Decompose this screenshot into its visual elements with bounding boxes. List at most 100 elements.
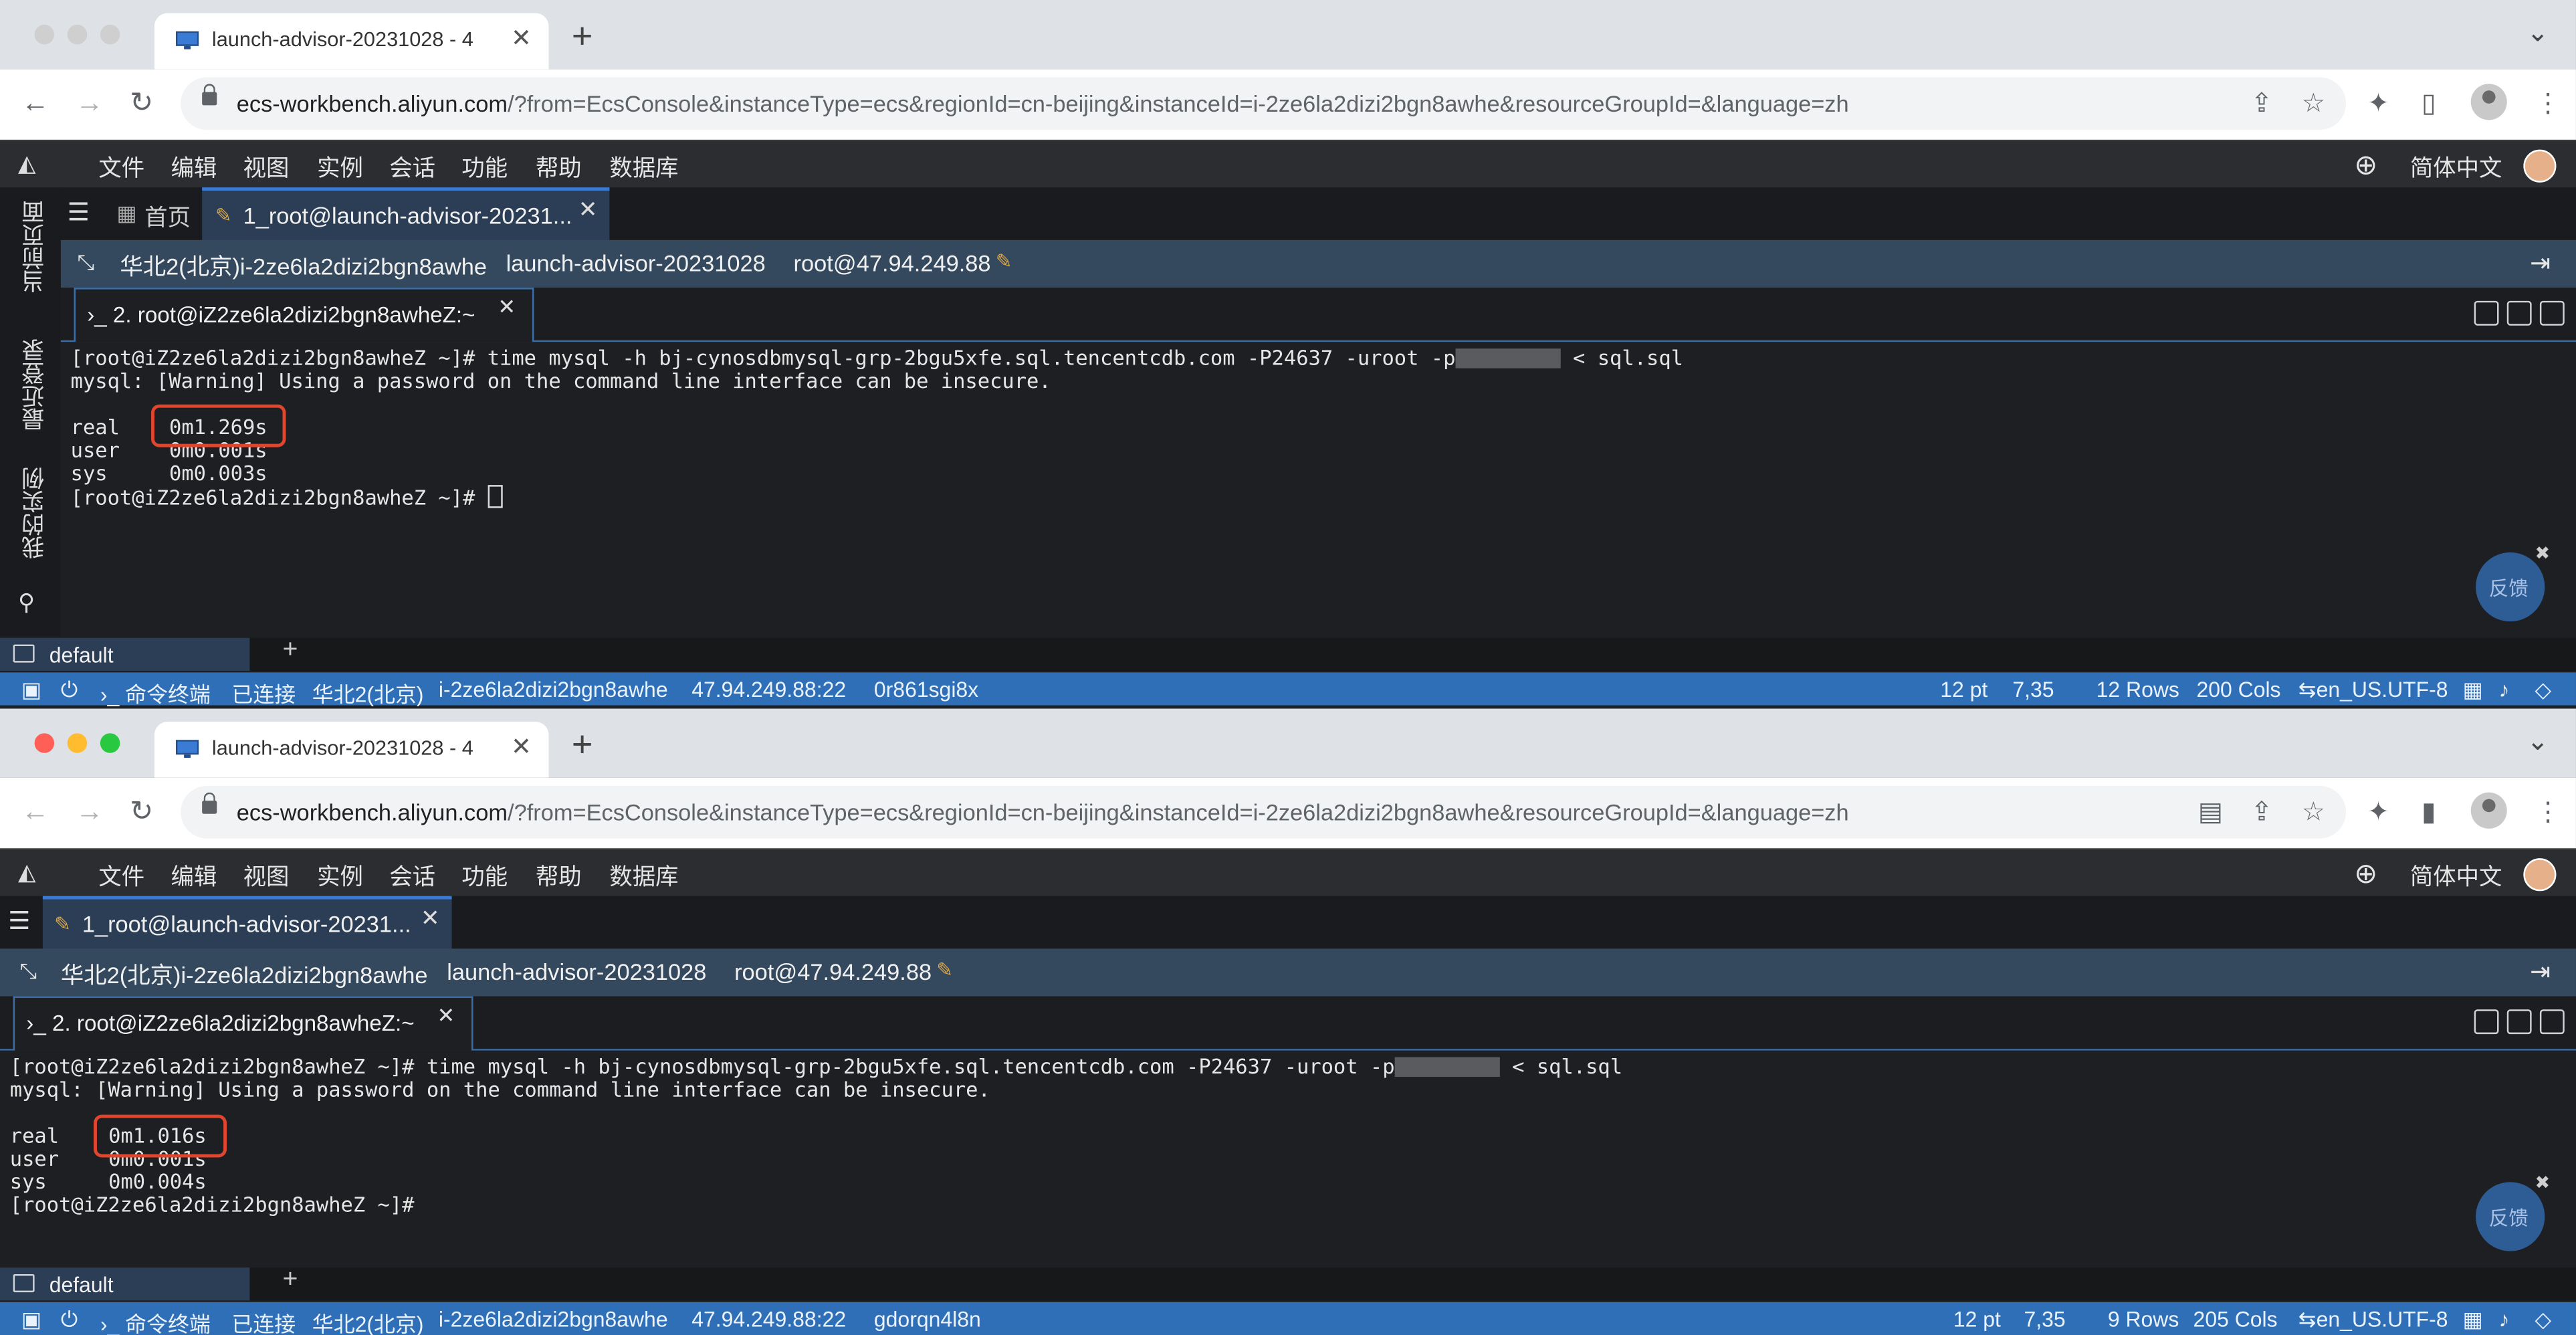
- chevron-down-icon[interactable]: ⌄: [2527, 17, 2549, 49]
- menu-file[interactable]: 文件: [98, 151, 144, 184]
- bell-icon[interactable]: ♪: [2498, 678, 2509, 702]
- status-locale[interactable]: ⇆en_US.UTF-8: [2298, 1307, 2448, 1333]
- star-icon[interactable]: ☆: [2302, 87, 2325, 120]
- close-tab-icon[interactable]: ✕: [511, 23, 532, 53]
- language-selector[interactable]: 简体中文: [2410, 860, 2502, 893]
- minimize-window-button[interactable]: [67, 733, 88, 753]
- sidebar-item-recent-login[interactable]: 最近登录: [17, 338, 49, 431]
- session-default[interactable]: default: [0, 637, 250, 671]
- sidepanel-icon[interactable]: ▮: [2422, 796, 2436, 829]
- add-session-button[interactable]: +: [283, 636, 298, 665]
- split-vertical-icon[interactable]: [2506, 1009, 2532, 1035]
- collapse-menu-icon[interactable]: ☰: [8, 906, 30, 936]
- reload-icon[interactable]: ↻: [130, 796, 153, 829]
- star-icon[interactable]: ☆: [2302, 796, 2325, 829]
- menu-instance[interactable]: 实例: [317, 860, 363, 893]
- more-menu-icon[interactable]: ⋮: [2535, 87, 2561, 120]
- address-url[interactable]: ecs-workbench.aliyun.com/?from=EcsConsol…: [237, 799, 1849, 825]
- add-pane-icon[interactable]: [2474, 1009, 2499, 1035]
- shield-icon[interactable]: ◇: [2535, 678, 2552, 704]
- shield-icon[interactable]: ◇: [2535, 1307, 2552, 1333]
- copy-icon[interactable]: ▣: [21, 1307, 41, 1333]
- exit-icon[interactable]: ⇥: [2530, 248, 2551, 278]
- menu-file[interactable]: 文件: [98, 860, 144, 893]
- bell-icon[interactable]: ♪: [2498, 1307, 2509, 1332]
- terminal-output[interactable]: [root@iZ2ze6la2dizi2bgn8awheZ ~]# time m…: [60, 342, 2576, 637]
- split-horizontal-icon[interactable]: [2539, 1009, 2565, 1035]
- fullscreen-icon[interactable]: ⤡: [77, 250, 94, 276]
- fullscreen-icon[interactable]: ⤡: [19, 958, 37, 985]
- pin-icon[interactable]: ⚲: [18, 589, 35, 617]
- close-tab-icon[interactable]: ✕: [578, 196, 598, 224]
- tab-session[interactable]: ✎ 1_root@launch-advisor-20231... ✕: [202, 187, 610, 243]
- extensions-icon[interactable]: ✦: [2367, 87, 2389, 120]
- forward-icon[interactable]: →: [76, 796, 104, 829]
- close-feedback-icon[interactable]: ✖: [2535, 1172, 2551, 1193]
- session-default[interactable]: default: [0, 1267, 250, 1301]
- menu-function[interactable]: 功能: [461, 151, 508, 184]
- menu-instance[interactable]: 实例: [317, 151, 363, 184]
- sidebar-item-current-page[interactable]: 当前页面: [17, 201, 49, 293]
- add-session-button[interactable]: +: [283, 1266, 298, 1296]
- add-circle-icon[interactable]: ⊕: [2354, 858, 2377, 891]
- close-feedback-icon[interactable]: ✖: [2535, 542, 2551, 564]
- language-selector[interactable]: 简体中文: [2410, 151, 2502, 184]
- minimize-window-button[interactable]: [67, 24, 88, 45]
- user-avatar[interactable]: [2523, 858, 2557, 892]
- status-locale[interactable]: ⇆en_US.UTF-8: [2298, 678, 2448, 704]
- collapse-menu-icon[interactable]: ☰: [68, 197, 90, 227]
- new-tab-button[interactable]: +: [572, 15, 593, 58]
- menu-session[interactable]: 会话: [389, 860, 435, 893]
- browser-tab[interactable]: launch-advisor-20231028 - 4 ✕: [154, 722, 549, 778]
- more-menu-icon[interactable]: ⋮: [2535, 796, 2561, 829]
- close-tab-icon[interactable]: ✕: [437, 1003, 455, 1029]
- sidepanel-icon[interactable]: ▯: [2422, 87, 2436, 120]
- close-tab-icon[interactable]: ✕: [421, 904, 440, 932]
- user-avatar[interactable]: [2523, 149, 2557, 183]
- menu-view[interactable]: 视图: [243, 860, 290, 893]
- close-tab-icon[interactable]: ✕: [498, 294, 516, 320]
- menu-view[interactable]: 视图: [243, 151, 290, 184]
- share-icon[interactable]: ⇪: [2251, 87, 2273, 120]
- add-circle-icon[interactable]: ⊕: [2354, 150, 2377, 183]
- close-window-button[interactable]: [34, 24, 55, 45]
- close-window-button[interactable]: [34, 733, 55, 753]
- browser-tab[interactable]: launch-advisor-20231028 - 4 ✕: [154, 13, 549, 70]
- add-pane-icon[interactable]: [2474, 300, 2499, 326]
- status-terminal[interactable]: ›_ 命令终端: [100, 678, 211, 707]
- tab-home[interactable]: 首页: [144, 201, 191, 233]
- profile-avatar[interactable]: [2470, 792, 2507, 829]
- close-tab-icon[interactable]: ✕: [511, 732, 532, 761]
- chevron-down-icon[interactable]: ⌄: [2527, 725, 2549, 758]
- menu-help[interactable]: 帮助: [536, 860, 582, 893]
- menu-session[interactable]: 会话: [389, 151, 435, 184]
- terminal-output[interactable]: [root@iZ2ze6la2dizi2bgn8awheZ ~]# time m…: [0, 1050, 2576, 1269]
- address-url[interactable]: ecs-workbench.aliyun.com/?from=EcsConsol…: [237, 90, 1849, 116]
- back-icon[interactable]: ←: [21, 796, 49, 829]
- extensions-icon[interactable]: ✦: [2367, 796, 2389, 829]
- status-terminal[interactable]: ›_ 命令终端: [100, 1307, 211, 1335]
- grid-icon[interactable]: ▦: [2462, 1307, 2482, 1333]
- exit-icon[interactable]: ⇥: [2530, 957, 2551, 987]
- sidebar-item-my-instances[interactable]: 我的实例: [17, 467, 49, 559]
- copy-icon[interactable]: ▣: [21, 678, 41, 704]
- menu-function[interactable]: 功能: [461, 860, 508, 893]
- menu-database[interactable]: 数据库: [609, 151, 678, 184]
- grid-icon[interactable]: ▦: [2462, 678, 2482, 704]
- share-icon[interactable]: ⇪: [2251, 796, 2273, 829]
- tab-session[interactable]: ✎ 1_root@launch-advisor-20231... ✕: [42, 896, 452, 952]
- menu-database[interactable]: 数据库: [609, 860, 678, 893]
- address-bar[interactable]: ecs-workbench.aliyun.com/?from=EcsConsol…: [181, 77, 2347, 130]
- split-vertical-icon[interactable]: [2506, 300, 2532, 326]
- terminal-tab[interactable]: ›_ 2. root@iZ2ze6la2dizi2bgn8awheZ:~ ✕: [74, 288, 534, 342]
- status-font-size[interactable]: 12 pt: [1940, 678, 1988, 702]
- new-tab-button[interactable]: +: [572, 724, 593, 766]
- split-horizontal-icon[interactable]: [2539, 300, 2565, 326]
- menu-help[interactable]: 帮助: [536, 151, 582, 184]
- clipboard-icon[interactable]: ▤: [2198, 796, 2223, 829]
- status-font-size[interactable]: 12 pt: [1953, 1307, 2001, 1332]
- address-bar[interactable]: ecs-workbench.aliyun.com/?from=EcsConsol…: [181, 785, 2347, 839]
- menu-edit[interactable]: 编辑: [171, 860, 217, 893]
- terminal-tab[interactable]: ›_ 2. root@iZ2ze6la2dizi2bgn8awheZ:~ ✕: [13, 996, 473, 1051]
- reload-icon[interactable]: ↻: [130, 87, 153, 120]
